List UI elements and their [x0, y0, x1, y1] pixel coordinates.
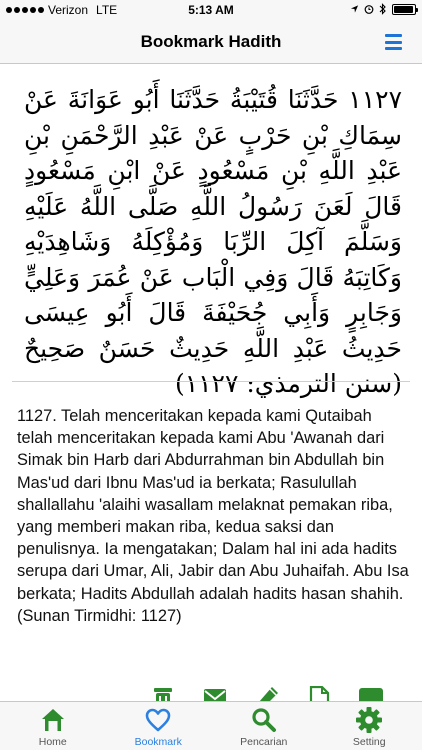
email-icon[interactable] [202, 686, 228, 702]
tab-label: Home [38, 736, 67, 748]
bluetooth-icon [379, 3, 386, 15]
tab-label: Setting [352, 736, 386, 748]
status-right [350, 3, 418, 15]
hamburger-menu-icon[interactable] [385, 34, 402, 50]
tab-label: Bookmark [134, 736, 182, 748]
home-icon [41, 709, 64, 731]
divider [12, 381, 410, 382]
delete-icon[interactable] [150, 686, 176, 702]
search-icon [252, 708, 276, 732]
tab-home[interactable]: Home [0, 702, 106, 750]
page-title: Bookmark Hadith [140, 32, 282, 51]
status-bar: Verizon LTE 5:13 AM [0, 0, 422, 20]
edit-icon[interactable] [254, 686, 280, 702]
hadith-actions [150, 686, 410, 702]
navigation-bar: Bookmark Hadith [0, 20, 422, 64]
tab-setting[interactable]: Setting [317, 702, 422, 750]
tab-bookmark[interactable]: Bookmark [106, 702, 212, 750]
arabic-hadith-text: ١١٢٧ حَدَّثَنَا قُتَيْبَةُ حَدَّثَنَا أَ… [24, 85, 402, 398]
hadith-translation-text: 1127. Telah menceritakan kepada kami Qut… [17, 407, 409, 625]
battery-level [394, 5, 413, 13]
location-arrow-icon [350, 5, 359, 13]
message-icon[interactable] [358, 686, 384, 702]
alarm-icon [364, 5, 374, 14]
battery-icon [392, 3, 418, 15]
tab-label: Pencarian [240, 736, 288, 748]
tab-search[interactable]: Pencarian [211, 702, 317, 750]
tab-bar: Home Bookmark Pencarian Setting [0, 701, 422, 750]
gear-icon [356, 707, 383, 733]
copy-icon[interactable] [306, 686, 332, 702]
heart-icon [145, 708, 171, 732]
